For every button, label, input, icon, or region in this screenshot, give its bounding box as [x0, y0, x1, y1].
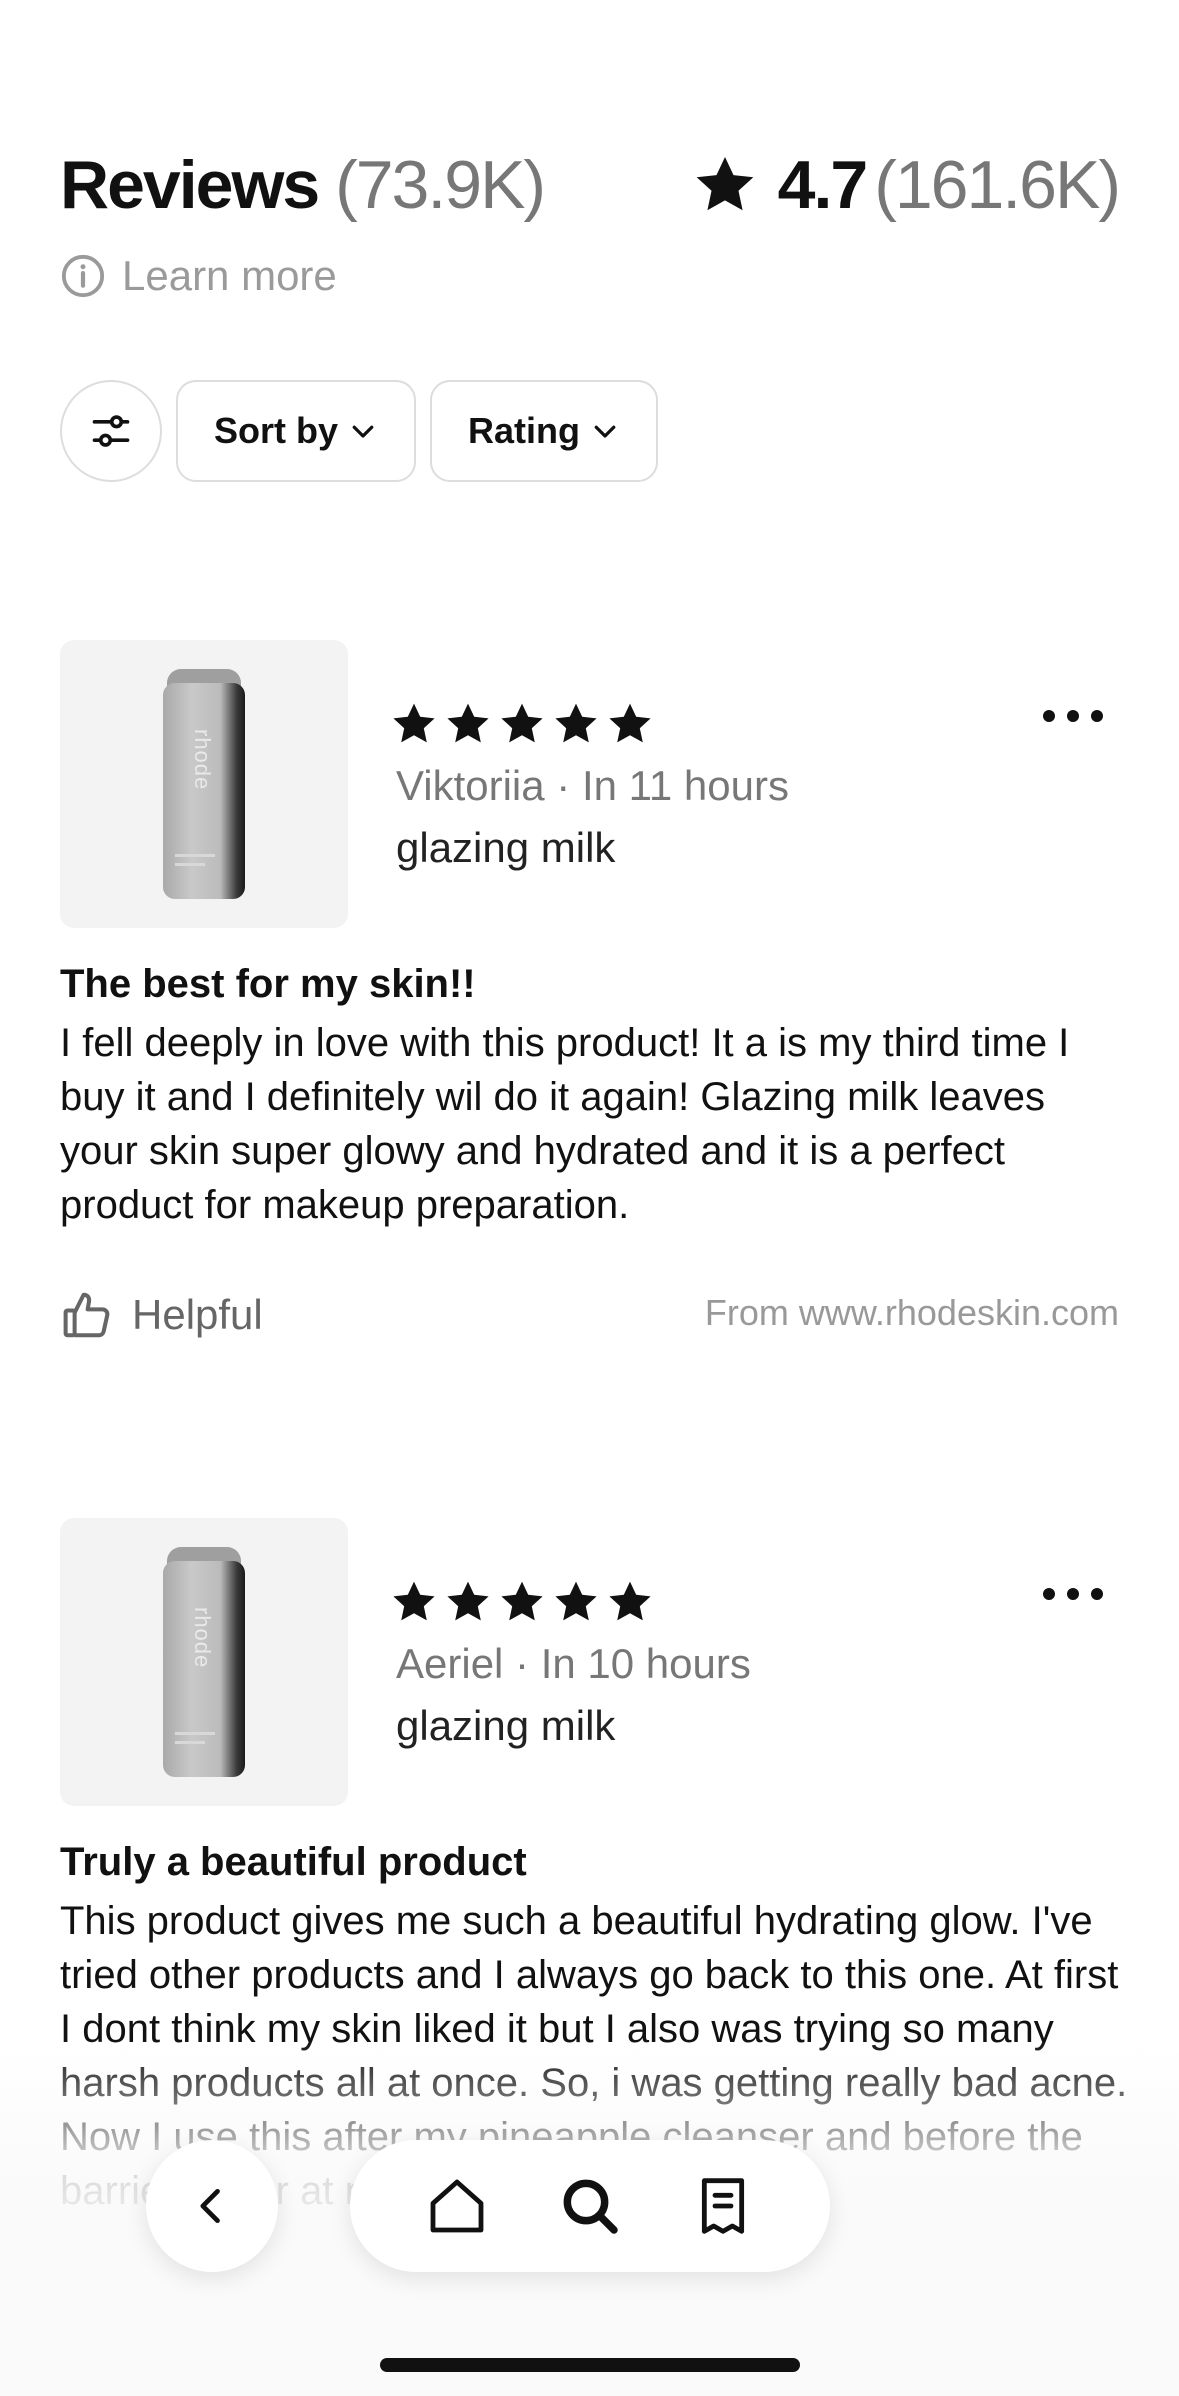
- brand-logo: rhode: [190, 1607, 215, 1669]
- star-rating: [390, 1578, 654, 1626]
- helpful-button[interactable]: Helpful: [60, 1288, 263, 1342]
- search-icon: [563, 2179, 618, 2234]
- home-indicator: [380, 2358, 800, 2372]
- rating-label: Rating: [468, 410, 581, 451]
- product-image[interactable]: rhode: [60, 640, 348, 928]
- star-icon: [447, 703, 489, 743]
- nav-orders[interactable]: [687, 2170, 759, 2242]
- learn-more-label: Learn more: [122, 252, 337, 299]
- review-author: Viktoriia · In 11 hours: [396, 762, 789, 809]
- star-icon: [609, 1581, 651, 1621]
- product-image[interactable]: rhode: [60, 1518, 348, 1806]
- more-icon: [1043, 710, 1055, 722]
- review-body: I fell deeply in love with this product!…: [60, 1021, 1070, 1227]
- review-title: Truly a beautiful product: [60, 1840, 527, 1884]
- thumbs-up-icon: [63, 1292, 110, 1338]
- star-icon: [393, 703, 435, 743]
- rating-summary: 4.7 (161.6K): [692, 140, 1121, 230]
- chevron-down-icon: [352, 425, 374, 438]
- sort-by-label: Sort by: [214, 410, 339, 451]
- star-icon: [696, 156, 753, 211]
- bottom-nav-bar: [350, 2140, 830, 2272]
- bottle-illustration: rhode: [163, 1547, 245, 1777]
- filter-bar: Sort by Rating: [60, 380, 659, 482]
- nav-search[interactable]: [554, 2170, 626, 2242]
- review-product: glazing milk: [396, 824, 616, 871]
- star-icon: [447, 1581, 489, 1621]
- rating-count: (161.6K): [874, 147, 1121, 223]
- review-author: Aeriel · In 10 hours: [396, 1640, 751, 1687]
- helpful-label: Helpful: [132, 1291, 263, 1338]
- star-icon: [501, 703, 543, 743]
- star-icon: [555, 1581, 597, 1621]
- rating-dropdown[interactable]: Rating: [430, 380, 659, 482]
- review-product: glazing milk: [396, 1702, 616, 1749]
- more-icon: [1043, 1588, 1055, 1600]
- nav-home[interactable]: [421, 2170, 493, 2242]
- receipt-icon: [702, 2178, 745, 2234]
- title-text: Reviews: [60, 147, 320, 223]
- learn-more-link[interactable]: Learn more: [60, 252, 337, 300]
- filter-button[interactable]: [60, 380, 162, 482]
- more-options-button[interactable]: [1043, 710, 1103, 722]
- info-icon: [61, 254, 105, 298]
- chevron-down-icon: [594, 425, 616, 438]
- home-icon: [430, 2179, 484, 2233]
- more-options-button[interactable]: [1043, 1588, 1103, 1600]
- bottle-illustration: rhode: [163, 669, 245, 899]
- review-title: The best for my skin!!: [60, 962, 476, 1006]
- average-rating: 4.7: [777, 147, 869, 223]
- star-icon: [609, 703, 651, 743]
- page-title: Reviews (73.9K): [60, 140, 546, 230]
- star-icon: [393, 1581, 435, 1621]
- review-count: (73.9K): [335, 147, 546, 223]
- sliders-icon: [92, 415, 130, 447]
- back-button[interactable]: [146, 2140, 278, 2272]
- sort-by-dropdown[interactable]: Sort by: [176, 380, 417, 482]
- brand-logo: rhode: [190, 729, 215, 791]
- review-source: From www.rhodeskin.com: [704, 1292, 1119, 1333]
- star-icon: [501, 1581, 543, 1621]
- star-icon: [555, 703, 597, 743]
- reviews-header: Reviews (73.9K) 4.7 (161.6K): [60, 140, 1121, 230]
- star-rating: [390, 700, 654, 748]
- chevron-left-icon: [200, 2188, 220, 2224]
